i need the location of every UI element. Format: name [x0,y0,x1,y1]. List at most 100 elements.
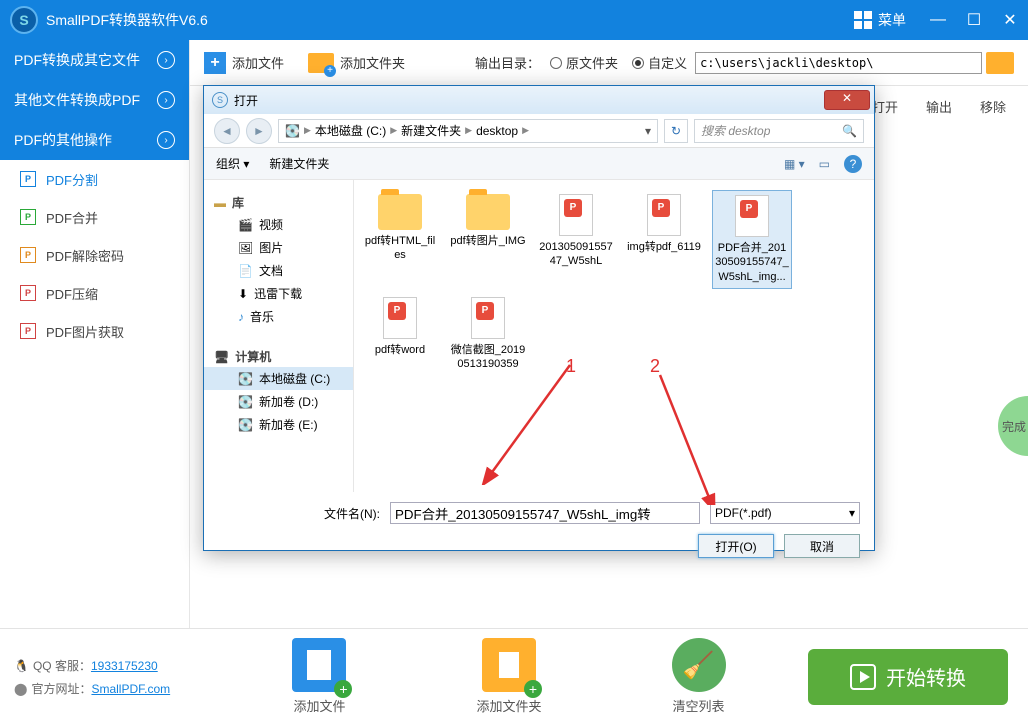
sidebar-item-extract-img[interactable]: PPDF图片获取 [0,312,189,350]
pdf-icon: P [20,209,36,225]
file-item[interactable]: pdf转HTML_files [360,190,440,289]
globe-icon: ⬤ [14,682,27,696]
video-icon: 🎬 [238,218,253,232]
tree-drive-e[interactable]: 💽新加卷 (E:) [204,413,353,436]
organize-menu[interactable]: 组织 ▾ [216,155,249,172]
tree-videos[interactable]: 🎬视频 [204,213,353,236]
drive-icon: 💽 [238,372,253,386]
done-badge: 完成 [998,396,1028,456]
file-icon: + [292,638,346,692]
picture-icon: 🖼 [238,241,253,255]
dialog-icon: S [212,92,228,108]
tree-documents[interactable]: 📄文档 [204,259,353,282]
filetype-select[interactable]: PDF(*.pdf)▾ [710,502,860,524]
refresh-button[interactable]: ↻ [664,119,688,143]
maximize-button[interactable]: ☐ [956,0,992,40]
bottom-actions: +添加文件 +添加文件夹 🧹清空列表 [210,638,808,715]
nav-back-button[interactable]: ◄ [214,118,240,144]
sidebar-category-other[interactable]: PDF的其他操作› [0,120,189,160]
file-open-dialog: S 打开 ✕ ◄ ► 💽 ▶本地磁盘 (C:) ▶新建文件夹 ▶desktop … [203,85,875,551]
cancel-button[interactable]: 取消 [784,534,860,558]
start-convert-button[interactable]: 开始转换 [808,649,1008,705]
drive-icon: 💽 [238,418,253,432]
sidebar-item-compress[interactable]: PPDF压缩 [0,274,189,312]
tree-libraries[interactable]: ▬库 [204,188,353,213]
add-folder-icon [308,53,334,73]
view-mode-button[interactable]: ▦ ▾ [784,157,805,171]
sidebar-item-split[interactable]: PPDF分割 [0,160,189,198]
tree-downloads[interactable]: ⬇迅雷下载 [204,282,353,305]
pdf-icon: P [20,171,36,187]
qq-icon: 🐧 [14,659,29,673]
site-link[interactable]: SmallPDF.com [91,682,170,696]
preview-pane-button[interactable]: ▭ [819,157,830,171]
sidebar-item-unlock[interactable]: PPDF解除密码 [0,236,189,274]
pdf-file-icon [735,195,769,237]
add-file-icon: + [204,52,226,74]
download-icon: ⬇ [238,287,248,301]
top-toolbar: + 添加文件 添加文件夹 输出目录： 原文件夹 自定义 [190,40,1028,86]
document-icon: 📄 [238,264,253,278]
add-folder-button[interactable]: 添加文件夹 [340,53,405,72]
play-icon [850,664,876,690]
clear-list-button[interactable]: 🧹清空列表 [672,638,726,715]
add-file-button[interactable]: 添加文件 [232,53,284,72]
qq-link[interactable]: 1933175230 [91,659,158,673]
breadcrumb[interactable]: 💽 ▶本地磁盘 (C:) ▶新建文件夹 ▶desktop ▶ ▾ [278,119,658,143]
nav-fwd-button[interactable]: ► [246,118,272,144]
file-item[interactable]: img转pdf_6119 [624,190,704,289]
add-folder-big-button[interactable]: +添加文件夹 [476,638,541,715]
add-file-big-button[interactable]: +添加文件 [292,638,346,715]
tree-drive-c[interactable]: 💽本地磁盘 (C:) [204,367,353,390]
drive-icon: 💽 [285,124,300,138]
output-action[interactable]: 输出 [926,97,952,116]
radio-origfolder[interactable] [550,57,562,69]
tree-pictures[interactable]: 🖼图片 [204,236,353,259]
pdf-icon: P [20,247,36,263]
file-item[interactable]: pdf转图片_IMG [448,190,528,289]
sidebar-item-merge[interactable]: PPDF合并 [0,198,189,236]
browse-folder-button[interactable] [986,52,1014,74]
folder-tree: ▬库 🎬视频 🖼图片 📄文档 ⬇迅雷下载 ♪音乐 🖥计算机 💽本地磁盘 (C:)… [204,180,354,492]
minimize-button[interactable]: — [920,0,956,40]
remove-action[interactable]: 移除 [980,97,1006,116]
search-input[interactable]: 搜索 desktop🔍 [694,119,864,143]
output-path-input[interactable] [695,52,982,74]
open-action[interactable]: 打开 [872,97,898,116]
close-button[interactable]: ✕ [992,0,1028,40]
pdf-icon: P [20,285,36,301]
library-icon: ▬ [214,196,226,210]
file-item[interactable]: 微信截图_20190513190359 [448,293,528,376]
filename-label: 文件名(N): [324,505,380,522]
new-folder-button[interactable]: 新建文件夹 [269,155,329,172]
menu-button[interactable]: 菜单 [840,0,920,40]
tree-computer[interactable]: 🖥计算机 [204,342,353,367]
pdf-icon: P [20,323,36,339]
support-info: 🐧QQ 客服：1933175230 ⬤官方网址：SmallPDF.com [0,657,210,697]
file-item[interactable]: PDF合并_20130509155747_W5shL_img... [712,190,792,289]
file-item[interactable]: pdf转word [360,293,440,376]
pdf-file-icon [559,194,593,236]
sidebar: PDF转换成其它文件› 其他文件转换成PDF› PDF的其他操作› PPDF分割… [0,40,190,724]
file-label: pdf转HTML_files [362,234,438,263]
chevron-down-icon: › [157,131,175,149]
file-label: 微信截图_20190513190359 [450,343,526,372]
help-button[interactable]: ? [844,155,862,173]
annotation-label-2: 2 [650,356,660,377]
tree-drive-d[interactable]: 💽新加卷 (D:) [204,390,353,413]
pdf-file-icon [383,297,417,339]
file-label: pdf转图片_IMG [450,234,525,248]
open-button[interactable]: 打开(O) [698,534,774,558]
file-item[interactable]: 20130509155747_W5shL [536,190,616,289]
radio-custom[interactable] [632,57,644,69]
folder-icon [466,194,510,230]
dialog-footer: 文件名(N): PDF(*.pdf)▾ 打开(O) 取消 [204,492,874,578]
sidebar-category-convert-to[interactable]: 其他文件转换成PDF› [0,80,189,120]
folder-icon [378,194,422,230]
filename-input[interactable] [390,502,700,524]
output-label: 输出目录： [475,53,540,72]
sidebar-category-convert-from[interactable]: PDF转换成其它文件› [0,40,189,80]
dialog-close-button[interactable]: ✕ [824,90,870,110]
tree-music[interactable]: ♪音乐 [204,305,353,328]
file-label: PDF合并_20130509155747_W5shL_img... [715,241,789,284]
